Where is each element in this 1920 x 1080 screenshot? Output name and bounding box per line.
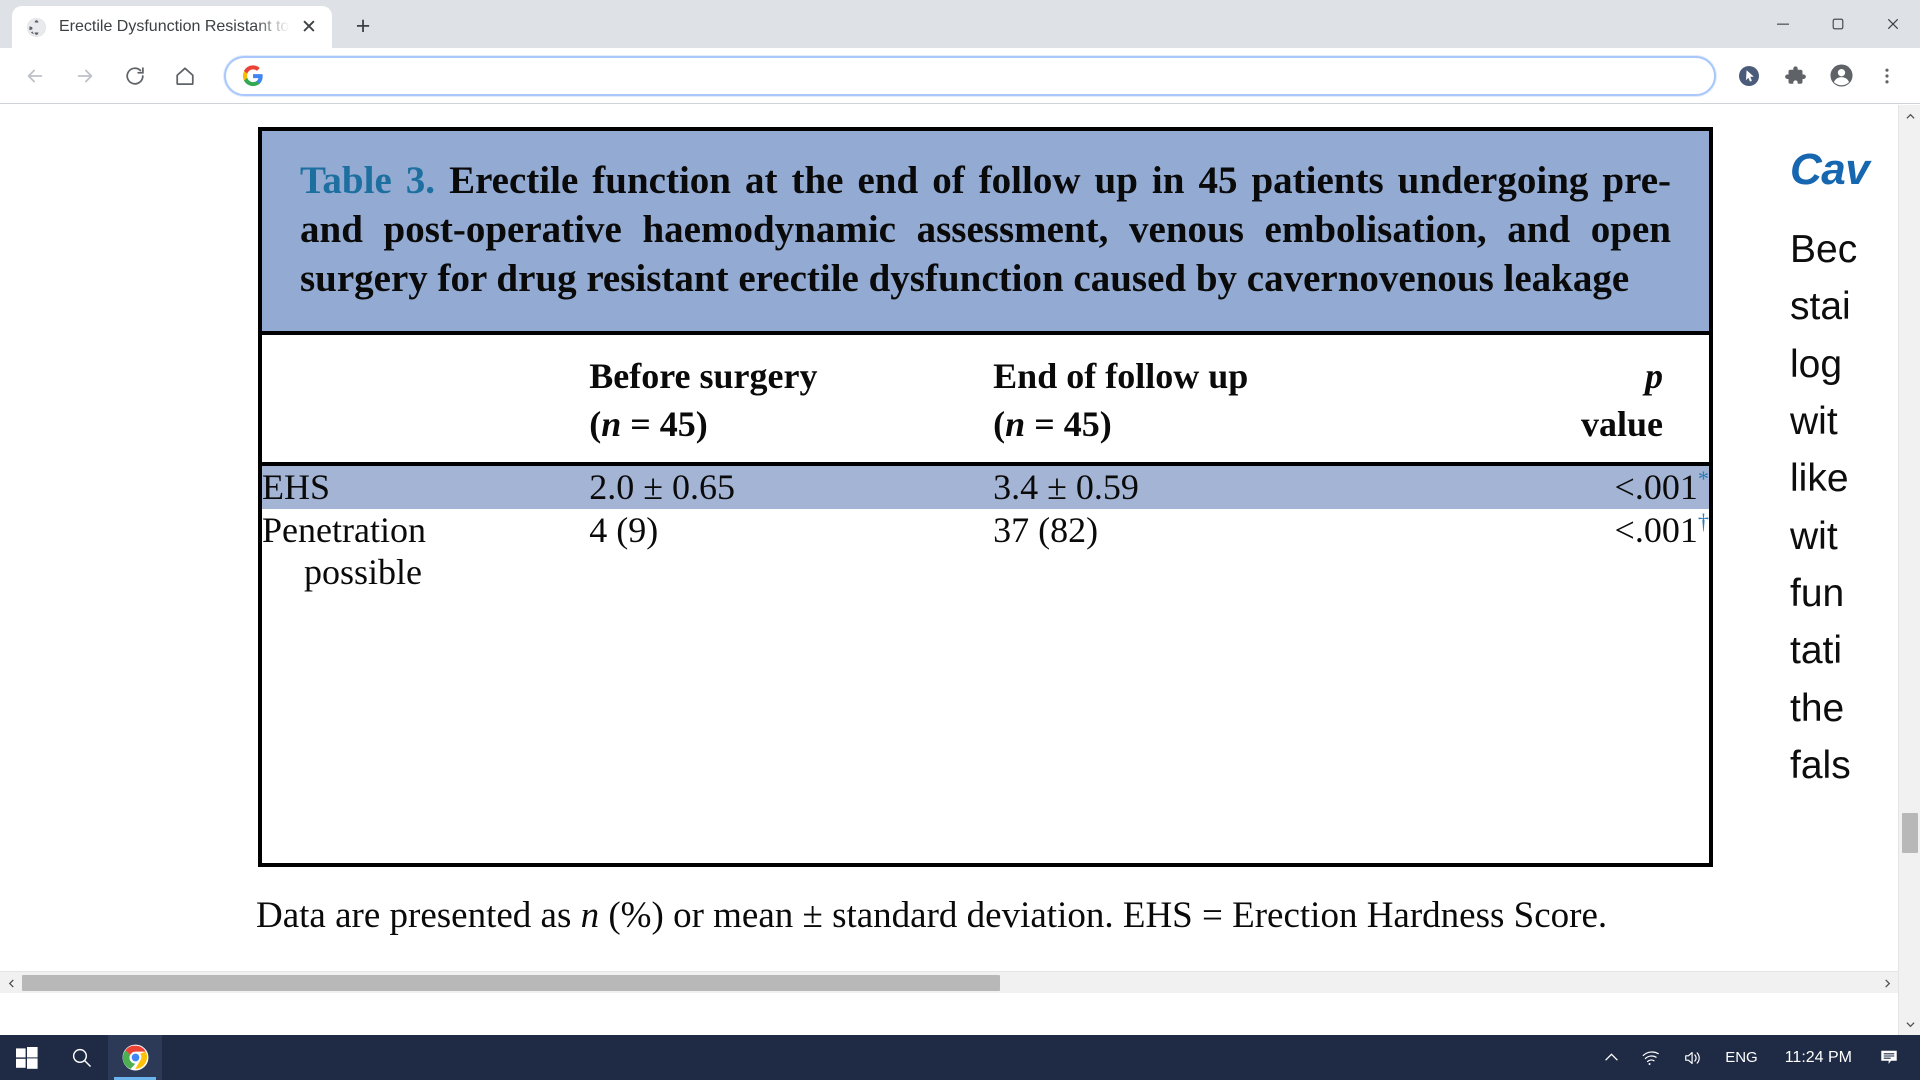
horizontal-scrollbar[interactable] — [0, 971, 1898, 993]
new-tab-button[interactable]: + — [346, 9, 380, 43]
scroll-up-icon[interactable] — [1899, 105, 1920, 127]
right-text-column: Cav Bec stai log wit like wit fun tati t… — [1790, 145, 1905, 794]
network-wifi-icon[interactable] — [1630, 1035, 1672, 1080]
right-column-line: log — [1790, 342, 1843, 386]
header-end-of-follow-up-line2: (n = 45) — [993, 403, 1112, 444]
right-column-line: tati — [1790, 629, 1843, 673]
right-column-line: wit — [1790, 399, 1838, 443]
chrome-taskbar-button[interactable] — [108, 1035, 162, 1080]
cursor-badge-icon[interactable] — [1729, 56, 1769, 96]
page-viewport: Table 3. Erectile function at the end of… — [0, 105, 1920, 1035]
footnote-part-1: Data are presented as — [256, 895, 581, 936]
right-column-line: the — [1790, 686, 1845, 730]
right-column-line: like — [1790, 457, 1849, 501]
table-footnote: Data are presented as n (%) or mean ± st… — [256, 891, 1711, 940]
notification-icon[interactable] — [1868, 1035, 1910, 1080]
scroll-right-icon[interactable] — [1876, 972, 1898, 994]
right-column-line: wit — [1790, 514, 1838, 558]
vertical-scrollbar-thumb[interactable] — [1902, 813, 1918, 853]
window-controls — [1755, 0, 1920, 48]
cell-row-label: Penetration possible — [262, 509, 589, 594]
close-window-button[interactable] — [1865, 0, 1920, 48]
cell-end-of-follow-up: 37 (82) — [993, 509, 1099, 550]
address-bar[interactable] — [224, 55, 1716, 96]
windows-taskbar: ENG 11:24 PM — [0, 1035, 1920, 1080]
reload-button[interactable] — [114, 55, 156, 97]
document-page: Table 3. Erectile function at the end of… — [0, 105, 1898, 1013]
table-head: Before surgery (n = 45) End of follow up… — [262, 335, 1709, 465]
header-p-value: p value — [1433, 335, 1709, 464]
header-p-value-word: value — [1580, 403, 1663, 444]
extensions-puzzle-icon[interactable] — [1775, 56, 1815, 96]
right-column-line: stai — [1790, 285, 1851, 329]
header-end-of-follow-up-line1: End of follow up — [993, 356, 1249, 397]
start-button[interactable] — [0, 1035, 54, 1080]
right-column-line: fals — [1790, 743, 1851, 787]
cell-before-surgery: 2.0 ± 0.65 — [589, 464, 994, 509]
google-g-icon — [242, 64, 264, 87]
cell-row-label-line1: Penetration — [262, 509, 426, 550]
table-header-row: Before surgery (n = 45) End of follow up… — [262, 335, 1709, 465]
table-body: EHS 2.0 ± 0.65 3.4 ± 0.59 <.001* Penetra… — [262, 464, 1709, 593]
browser-toolbar — [0, 48, 1920, 104]
close-icon[interactable]: ✕ — [296, 14, 322, 40]
search-button[interactable] — [54, 1035, 108, 1080]
p-value-text: <.001 — [1614, 509, 1698, 550]
right-column-line: Bec — [1790, 228, 1858, 271]
browser-tab[interactable]: Erectile Dysfunction Resistant to ✕ — [12, 6, 332, 48]
cell-row-label-line2: possible — [304, 552, 423, 593]
forward-button[interactable] — [64, 55, 106, 97]
header-before-surgery-line1: Before surgery — [589, 356, 818, 397]
header-end-of-follow-up: End of follow up (n = 45) — [993, 335, 1433, 464]
clock[interactable]: 11:24 PM — [1769, 1035, 1868, 1080]
scroll-left-icon[interactable] — [0, 972, 22, 994]
header-before-surgery-line2: (n = 45) — [589, 403, 708, 444]
right-column-line: fun — [1790, 571, 1845, 615]
table-row[interactable]: EHS 2.0 ± 0.65 3.4 ± 0.59 <.001* — [262, 464, 1709, 509]
scroll-down-icon[interactable] — [1899, 1013, 1920, 1035]
browser-window: Erectile Dysfunction Resistant to ✕ + Ta… — [0, 0, 1920, 1080]
cell-row-label: EHS — [262, 464, 590, 509]
table-caption: Table 3. Erectile function at the end of… — [262, 131, 1709, 336]
results-table: Before surgery (n = 45) End of follow up… — [262, 335, 1709, 593]
footnote-marker-dagger: † — [1697, 508, 1709, 534]
footnote-part-2: (%) or mean ± standard deviation. EHS = … — [599, 895, 1608, 936]
cell-p-value: <.001† — [1433, 509, 1709, 594]
header-row-label — [262, 335, 589, 464]
chrome-menu-icon[interactable] — [1867, 56, 1907, 96]
header-p-italic: p — [1645, 356, 1663, 397]
vertical-scrollbar[interactable] — [1898, 105, 1920, 1035]
cell-end-of-follow-up: 3.4 ± 0.59 — [993, 464, 1433, 509]
maximize-button[interactable] — [1810, 0, 1865, 48]
home-button[interactable] — [164, 55, 206, 97]
taskbar-left-group — [0, 1035, 162, 1080]
tab-strip: Erectile Dysfunction Resistant to ✕ + — [0, 0, 1920, 48]
cell-before-surgery: 4 (9) — [589, 509, 659, 550]
show-hidden-icons-button[interactable] — [1593, 1035, 1630, 1080]
header-before-surgery: Before surgery (n = 45) — [589, 335, 993, 464]
profile-avatar-icon[interactable] — [1821, 56, 1861, 96]
language-indicator[interactable]: ENG — [1714, 1035, 1769, 1080]
table-caption-text: Erectile function at the end of follow u… — [300, 159, 1671, 300]
table-number: Table 3. — [300, 159, 436, 202]
cell-p-value: <.001* — [1432, 464, 1709, 509]
p-value-text: <.001 — [1614, 467, 1698, 508]
system-tray: ENG 11:24 PM — [1593, 1035, 1920, 1080]
table-row[interactable]: Penetration possible 4 (9) 37 (82) <.001† — [262, 509, 1709, 594]
toolbar-icon-group — [1726, 56, 1910, 96]
tab-title: Erectile Dysfunction Resistant to — [59, 18, 290, 35]
footnote-marker-asterisk: * — [1697, 466, 1709, 492]
globe-favicon — [26, 17, 47, 38]
volume-icon[interactable] — [1672, 1035, 1714, 1080]
horizontal-scrollbar-thumb[interactable] — [22, 975, 1000, 991]
table-3-figure: Table 3. Erectile function at the end of… — [258, 127, 1713, 867]
address-bar-input[interactable] — [276, 65, 1698, 86]
minimize-button[interactable] — [1755, 0, 1810, 48]
back-button[interactable] — [14, 55, 56, 97]
footnote-n-italic: n — [580, 895, 600, 936]
right-column-heading: Cav — [1790, 145, 1870, 194]
right-column-body: Bec stai log wit like wit fun tati the f… — [1790, 221, 1905, 794]
